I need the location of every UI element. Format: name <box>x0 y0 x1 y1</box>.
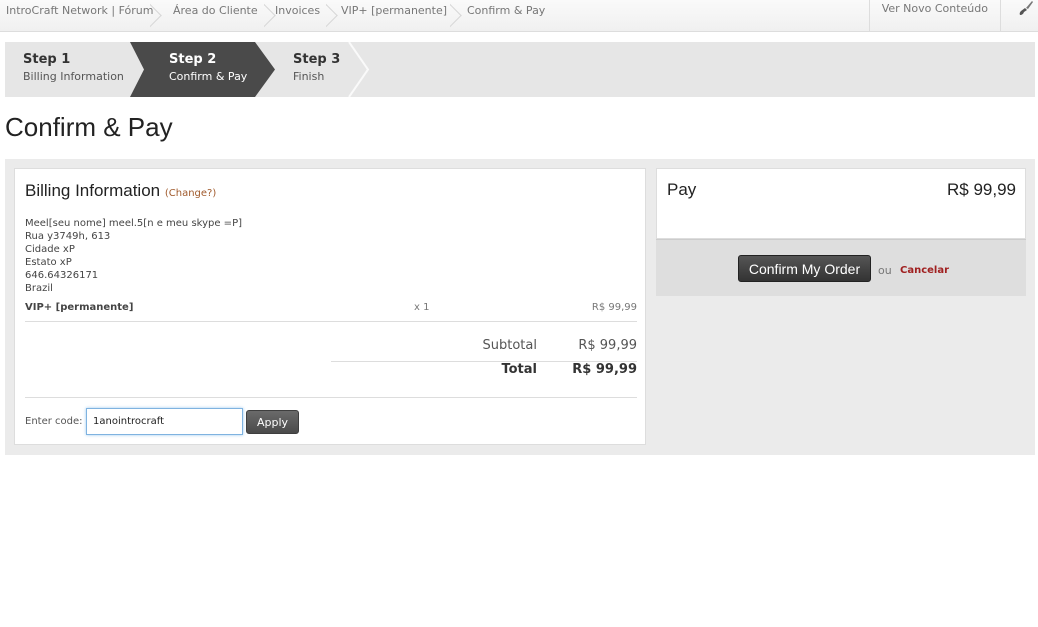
breadcrumb-label: Área do Cliente <box>173 4 258 17</box>
address-line: Cidade xP <box>25 244 75 255</box>
breadcrumb-item-forum[interactable]: IntroCraft Network | Fórum <box>0 0 164 31</box>
item-price: R$ 99,99 <box>591 302 637 313</box>
page-title: Confirm & Pay <box>5 112 173 142</box>
breadcrumb-label: VIP+ [permanente] <box>341 4 448 17</box>
address-line: 646.64326171 <box>25 270 99 281</box>
address-line: Rua y3749h, 613 <box>25 231 111 242</box>
total-row: Total R$ 99,99 <box>331 362 637 386</box>
step-subtitle: Billing Information <box>23 70 124 83</box>
step-title: Step 2 <box>169 52 217 67</box>
breadcrumb-label: Invoices <box>275 4 321 17</box>
or-text: ou <box>878 264 892 277</box>
step-finish: Step 3 Finish <box>275 42 370 97</box>
top-bar: IntroCraft Network | Fórum Área do Clien… <box>0 0 1038 32</box>
breadcrumb-item-client-area[interactable]: Área do Cliente <box>164 0 264 31</box>
divider <box>25 397 637 398</box>
billing-title: Billing Information <box>25 181 161 200</box>
order-item-row: VIP+ [permanente] x 1 R$ 99,99 <box>25 300 637 322</box>
step-title: Step 1 <box>23 52 71 67</box>
pay-label: Pay <box>667 180 697 199</box>
item-name: VIP+ [permanente] <box>25 302 134 313</box>
checkout-steps: Step 1 Billing Information Step 2 Confir… <box>5 42 1035 97</box>
step-billing-information: Step 1 Billing Information <box>5 42 130 97</box>
item-quantity: x 1 <box>414 302 430 313</box>
step-title: Step 3 <box>293 52 341 67</box>
total-label: Total <box>501 362 537 377</box>
coupon-code-input[interactable] <box>86 408 243 435</box>
breadcrumb-label: Confirm & Pay <box>467 4 546 17</box>
coupon-code-label: Enter code: <box>25 416 83 427</box>
pay-summary-box: Pay R$ 99,99 <box>656 168 1026 239</box>
step-confirm-pay: Step 2 Confirm & Pay <box>130 42 275 97</box>
subtotal-value: R$ 99,99 <box>578 338 637 353</box>
breadcrumb-item-vip[interactable]: VIP+ [permanente] <box>337 0 454 31</box>
pay-amount: R$ 99,99 <box>947 180 1016 199</box>
confirm-order-button[interactable]: Confirm My Order <box>738 255 871 282</box>
address-line: Meel[seu nome] meel.5[n e meu skype =P] <box>25 218 242 229</box>
breadcrumb-item-invoices[interactable]: Invoices <box>264 0 337 31</box>
address-line: Estato xP <box>25 257 72 268</box>
new-content-link[interactable]: Ver Novo Conteúdo <box>868 0 1000 31</box>
apply-code-button[interactable]: Apply <box>246 410 299 434</box>
address-line: Brazil <box>25 283 53 294</box>
subtotal-row: Subtotal R$ 99,99 <box>331 338 637 362</box>
step-subtitle: Finish <box>293 70 325 83</box>
breadcrumb-separator <box>150 0 164 31</box>
change-billing-link[interactable]: (Change?) <box>165 188 216 199</box>
total-value: R$ 99,99 <box>572 362 637 377</box>
checkout-panel: Billing Information (Change?) Meel[seu n… <box>5 159 1035 455</box>
brush-icon[interactable] <box>1000 0 1038 31</box>
breadcrumb: IntroCraft Network | Fórum Área do Clien… <box>0 0 554 31</box>
subtotal-label: Subtotal <box>482 338 537 353</box>
pay-actions: Confirm My Order ou Cancelar <box>656 239 1026 296</box>
step-subtitle: Confirm & Pay <box>169 70 248 83</box>
cancel-link[interactable]: Cancelar <box>900 265 949 276</box>
breadcrumb-label: IntroCraft Network | Fórum <box>6 4 154 17</box>
breadcrumb-item-current: Confirm & Pay <box>454 0 554 31</box>
billing-address: Meel[seu nome] meel.5[n e meu skype =P] … <box>25 217 242 295</box>
billing-information-box: Billing Information (Change?) Meel[seu n… <box>14 168 646 445</box>
billing-title-row: Billing Information (Change?) <box>25 181 216 201</box>
